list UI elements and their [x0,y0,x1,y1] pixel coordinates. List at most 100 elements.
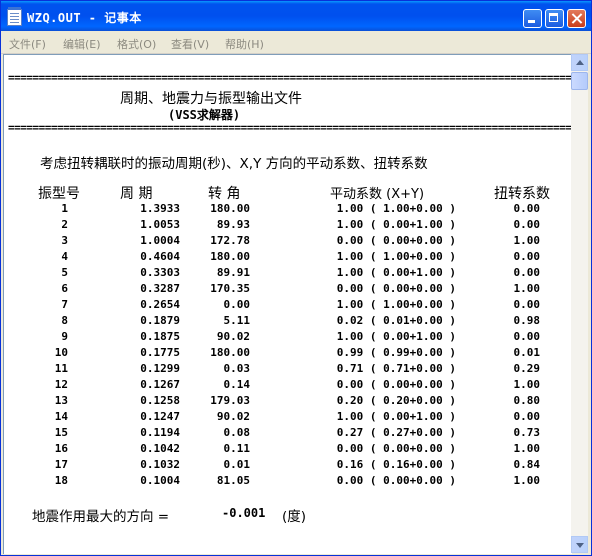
angle-value: 0.03 [223,362,251,375]
torsion-coefficient: 0.00 [513,202,541,215]
table-row: 12 0.1267 0.14 0.00 ( 0.00+0.00 ) 1.00 [4,378,572,394]
mode-number: 16 [54,442,68,455]
translation-coefficient: 0.27 ( 0.27+0.00 ) [336,426,456,439]
torsion-coefficient: 0.80 [513,394,541,407]
separator-line: ========================================… [8,71,571,84]
notepad-icon [7,7,22,26]
period-value: 0.1042 [140,442,180,455]
period-value: 0.1004 [140,474,180,487]
menu-help[interactable]: 帮助(H) [225,36,264,52]
period-value: 0.1194 [140,426,180,439]
footer-label: 地震作用最大的方向 = [32,509,170,525]
mode-number: 8 [61,314,68,327]
torsion-coefficient: 0.00 [513,410,541,423]
angle-value: 0.00 [223,298,251,311]
angle-value: 170.35 [210,282,250,295]
table-row: 5 0.3303 89.91 1.00 ( 0.00+1.00 ) 0.00 [4,266,572,282]
table-row: 3 1.0004 172.78 0.00 ( 0.00+0.00 ) 1.00 [4,234,572,250]
mode-number: 11 [54,362,68,375]
scroll-thumb[interactable] [571,72,588,90]
text-area[interactable]: ========================================… [3,54,572,554]
period-value: 0.1299 [140,362,180,375]
menu-bar: 文件(F) 编辑(E) 格式(O) 查看(V) 帮助(H) [1,31,591,54]
mode-number: 14 [54,410,68,423]
period-value: 0.1879 [140,314,180,327]
mode-number: 5 [61,266,68,279]
translation-coefficient: 1.00 ( 0.00+1.00 ) [336,218,456,231]
mode-number: 13 [54,394,68,407]
translation-coefficient: 0.99 ( 0.99+0.00 ) [336,346,456,359]
section-title: 考虑扭转耦联时的振动周期(秒)、X,Y 方向的平动系数、扭转系数 [40,156,428,172]
torsion-coefficient: 0.98 [513,314,541,327]
period-value: 1.0004 [140,234,180,247]
angle-value: 0.11 [223,442,251,455]
table-row: 6 0.3287 170.35 0.00 ( 0.00+0.00 ) 1.00 [4,282,572,298]
vertical-scrollbar[interactable] [571,54,588,553]
col-header-angle: 转 角 [208,186,241,202]
maximize-icon [546,10,563,27]
footer-unit: (度) [282,509,307,525]
translation-coefficient: 0.00 ( 0.00+0.00 ) [336,378,456,391]
mode-number: 3 [61,234,68,247]
mode-number: 18 [54,474,68,487]
torsion-coefficient: 0.29 [513,362,541,375]
torsion-coefficient: 1.00 [513,234,541,247]
angle-value: 5.11 [223,314,251,327]
torsion-coefficient: 0.01 [513,346,541,359]
torsion-coefficient: 1.00 [513,474,541,487]
period-value: 0.2654 [140,298,180,311]
mode-number: 10 [54,346,68,359]
notepad-window: WZQ.OUT - 记事本 文件(F) 编辑(E) 格式(O) 查看(V) 帮助… [0,0,592,556]
period-value: 0.1032 [140,458,180,471]
scroll-up-button[interactable] [571,54,588,71]
close-button[interactable] [567,9,586,28]
mode-number: 12 [54,378,68,391]
table-row: 18 0.1004 81.05 0.00 ( 0.00+0.00 ) 1.00 [4,474,572,490]
angle-value: 180.00 [210,202,250,215]
period-value: 0.3303 [140,266,180,279]
minimize-button[interactable] [523,9,542,28]
angle-value: 0.01 [223,458,251,471]
table-row: 10 0.1775 180.00 0.99 ( 0.99+0.00 ) 0.01 [4,346,572,362]
translation-coefficient: 1.00 ( 0.00+1.00 ) [336,330,456,343]
maximize-button[interactable] [545,9,564,28]
period-value: 0.1267 [140,378,180,391]
period-value: 0.1775 [140,346,180,359]
translation-coefficient: 0.00 ( 0.00+0.00 ) [336,282,456,295]
translation-coefficient: 1.00 ( 1.00+0.00 ) [336,202,456,215]
torsion-coefficient: 0.00 [513,298,541,311]
menu-view[interactable]: 查看(V) [171,36,209,52]
mode-number: 2 [61,218,68,231]
table-row: 8 0.1879 5.11 0.02 ( 0.01+0.00 ) 0.98 [4,314,572,330]
angle-value: 180.00 [210,250,250,263]
title-bar[interactable]: WZQ.OUT - 记事本 [1,1,591,31]
table-row: 15 0.1194 0.08 0.27 ( 0.27+0.00 ) 0.73 [4,426,572,442]
col-header-translation: 平动系数 (X+Y) [330,187,425,202]
angle-value: 0.08 [223,426,251,439]
doc-heading: 周期、地震力与振型输出文件 [120,91,302,107]
translation-coefficient: 1.00 ( 1.00+0.00 ) [336,250,456,263]
period-value: 0.1875 [140,330,180,343]
angle-value: 89.91 [216,266,250,279]
col-header-torsion: 扭转系数 [494,186,550,202]
menu-format[interactable]: 格式(O) [117,36,156,52]
table-row: 16 0.1042 0.11 0.00 ( 0.00+0.00 ) 1.00 [4,442,572,458]
period-value: 1.0053 [140,218,180,231]
separator-line: ========================================… [8,121,571,134]
menu-file[interactable]: 文件(F) [9,36,46,52]
torsion-coefficient: 1.00 [513,378,541,391]
torsion-coefficient: 0.84 [513,458,541,471]
scroll-down-button[interactable] [571,536,588,553]
table-row: 9 0.1875 90.02 1.00 ( 0.00+1.00 ) 0.00 [4,330,572,346]
angle-value: 0.14 [223,378,251,391]
period-value: 0.1258 [140,394,180,407]
table-row: 4 0.4604 180.00 1.00 ( 1.00+0.00 ) 0.00 [4,250,572,266]
menu-edit[interactable]: 编辑(E) [63,36,101,52]
torsion-coefficient: 0.00 [513,218,541,231]
minimize-icon [524,10,541,27]
translation-coefficient: 1.00 ( 0.00+1.00 ) [336,410,456,423]
translation-coefficient: 0.00 ( 0.00+0.00 ) [336,234,456,247]
mode-number: 15 [54,426,68,439]
close-icon [568,10,585,27]
angle-value: 180.00 [210,346,250,359]
